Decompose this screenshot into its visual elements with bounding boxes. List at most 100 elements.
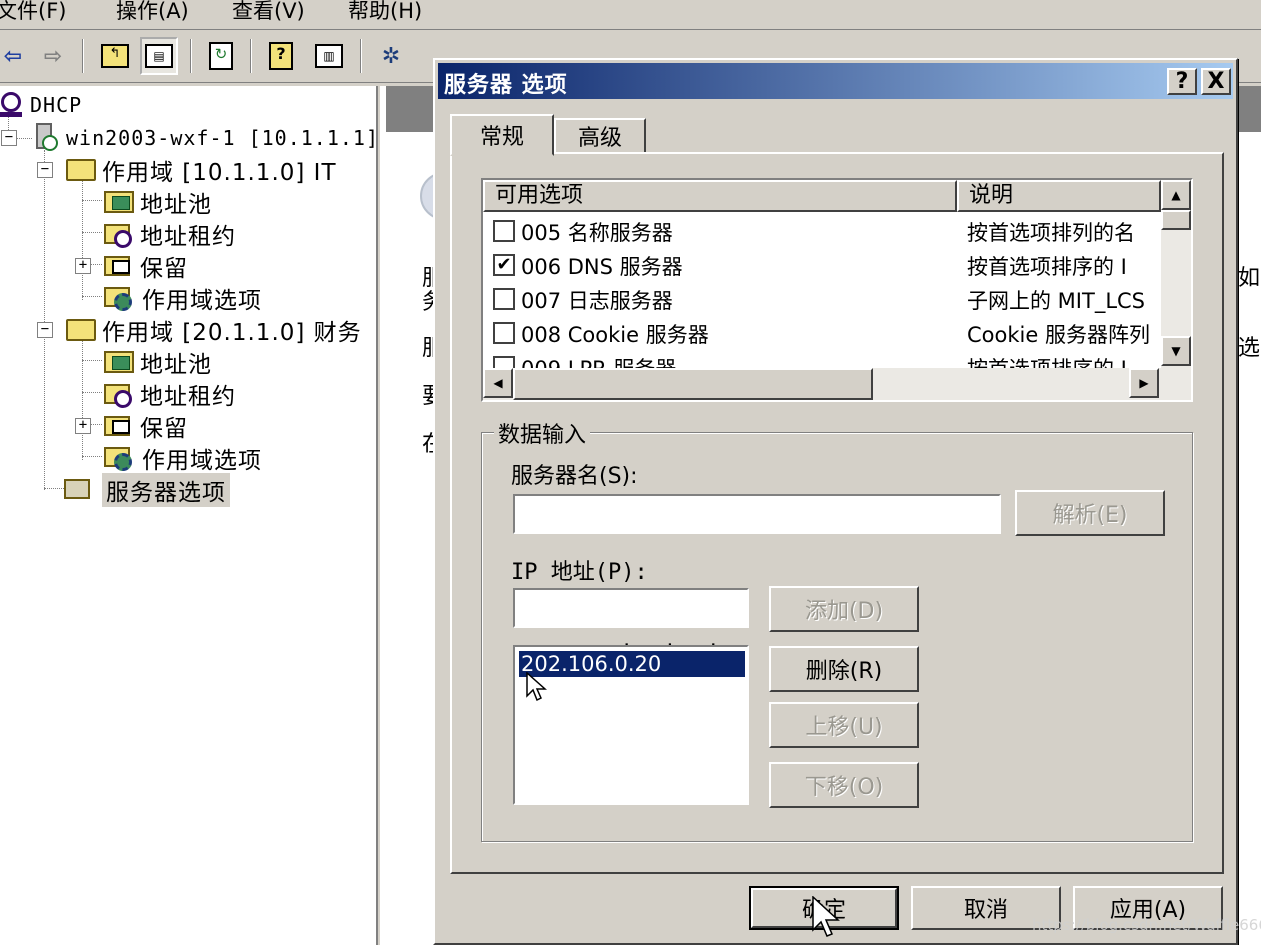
expand-icon[interactable]: + (75, 258, 91, 274)
add-button[interactable]: 添加(D) (769, 586, 919, 632)
tree-line (82, 340, 83, 460)
ip-address-list[interactable]: 202.106.0.20 (513, 645, 749, 805)
horizontal-scrollbar[interactable]: ◀ ▶ (483, 368, 1191, 400)
column-header-description[interactable]: 说明 (957, 180, 1161, 212)
server-name-input[interactable] (513, 494, 1001, 534)
back-icon[interactable]: ⇦ (0, 37, 32, 75)
scroll-up-icon[interactable]: ▲ (1161, 180, 1191, 210)
option-checkbox[interactable] (493, 288, 515, 310)
option-description: 按首选项排序的 L (967, 353, 1157, 368)
tree-root-dhcp[interactable]: DHCP (0, 90, 82, 120)
option-row[interactable]: 005 名称服务器 按首选项排列的名 (483, 214, 1163, 248)
address-pool-icon (104, 351, 134, 373)
menu-view[interactable]: 查看(V) (232, 0, 305, 22)
column-label: 说明 (969, 183, 1014, 208)
dialog-title: 服务器 选项 (444, 73, 568, 98)
mouse-cursor-icon (526, 672, 547, 702)
toolbar-separator (250, 39, 252, 73)
option-checkbox[interactable] (493, 356, 515, 368)
tree-line (82, 232, 102, 233)
tab-advanced[interactable]: 高级 (554, 118, 646, 152)
options-gear-icon (104, 285, 136, 311)
collapse-icon[interactable]: − (37, 322, 53, 338)
tree-line (44, 488, 64, 489)
tree-item-address-leases[interactable]: 地址租约 (104, 219, 236, 250)
scroll-down-icon[interactable]: ▼ (1161, 336, 1191, 366)
tree-item-address-pool[interactable]: 地址池 (104, 187, 212, 218)
refresh-icon[interactable]: ↻ (202, 37, 240, 75)
forward-icon[interactable]: ⇨ (34, 37, 72, 75)
option-checkbox[interactable] (493, 322, 515, 344)
action-pane-icon[interactable]: ▥ (310, 37, 348, 75)
tree-item-scope-finance[interactable]: 作用域 [20.1.1.0] 财务 (66, 315, 362, 346)
reservation-icon (104, 254, 134, 278)
tree-label: 作用域选项 (142, 448, 262, 474)
address-pool-icon (104, 191, 134, 213)
up-folder-icon[interactable]: ↰ (96, 37, 134, 75)
console-tree: DHCP − win2003-wxf-1 [10.1.1.1] − 作用域 [1… (0, 86, 378, 945)
option-row[interactable]: 007 日志服务器 子网上的 MIT_LCS (483, 282, 1163, 316)
help-button[interactable]: ? (1167, 68, 1197, 95)
options-icon[interactable]: ✲ (372, 37, 410, 75)
option-checkbox[interactable]: ✔ (493, 254, 515, 276)
tree-item-address-leases[interactable]: 地址租约 (104, 379, 236, 410)
available-options-list[interactable]: 可用选项 说明 005 名称服务器 按首选项排列的名 ✔ 006 DNS 服务器… (481, 178, 1193, 402)
tree-label: 地址租约 (140, 384, 236, 410)
scroll-thumb[interactable] (1161, 210, 1191, 230)
reservation-icon (104, 414, 134, 438)
show-hide-tree-icon[interactable]: ▤ (140, 37, 178, 75)
tree-item-scope-it[interactable]: 作用域 [10.1.1.0] IT (66, 155, 337, 186)
menu-file[interactable]: 文件(F) (0, 0, 66, 22)
tree-item-reservations[interactable]: 保留 (104, 251, 188, 282)
button-label: 删除(R) (805, 659, 883, 684)
details-text: 如 (1238, 266, 1261, 291)
lease-clock-icon (104, 222, 134, 248)
option-name: 006 DNS 服务器 (521, 255, 683, 279)
ip-address-label: IP 地址(P): (511, 560, 648, 585)
move-down-button[interactable]: 下移(O) (769, 762, 919, 808)
tab-label: 高级 (577, 126, 622, 151)
tab-general[interactable]: 常规 (450, 114, 554, 156)
remove-button[interactable]: 删除(R) (769, 646, 919, 692)
tree-line (90, 264, 102, 265)
help-icon[interactable]: ? (262, 37, 300, 75)
tree-item-server-options[interactable]: 服务器选项 (64, 473, 230, 507)
tree-item-reservations[interactable]: 保留 (104, 411, 188, 442)
tree-line (82, 296, 102, 297)
tree-label: 服务器选项 (102, 473, 230, 507)
tree-label: 保留 (140, 256, 188, 282)
ip-address-input[interactable]: . . . (513, 588, 749, 651)
option-row[interactable]: 008 Cookie 服务器 Cookie 服务器阵列 (483, 316, 1163, 350)
resolve-button[interactable]: 解析(E) (1015, 490, 1165, 536)
menu-action[interactable]: 操作(A) (116, 0, 189, 22)
button-label: 上移(U) (805, 715, 883, 740)
column-header-available-options[interactable]: 可用选项 (483, 180, 957, 212)
option-row[interactable]: ✔ 006 DNS 服务器 按首选项排序的 I (483, 248, 1163, 282)
menu-help[interactable]: 帮助(H) (348, 0, 422, 22)
dialog-titlebar[interactable]: 服务器 选项 ? X (438, 63, 1233, 99)
tree-item-address-pool[interactable]: 地址池 (104, 347, 212, 378)
close-button[interactable]: X (1201, 68, 1231, 95)
tree-label: win2003-wxf-1 [10.1.1.1] (66, 126, 379, 150)
tree-line (82, 456, 102, 457)
ip-list-item[interactable]: 202.106.0.20 (519, 651, 745, 677)
option-row[interactable]: 009 LPR 服务器 按首选项排序的 L (483, 350, 1163, 368)
tree-label: 保留 (140, 416, 188, 442)
tree-item-scope-options[interactable]: 作用域选项 (104, 283, 262, 314)
tree-item-server[interactable]: win2003-wxf-1 [10.1.1.1] (34, 123, 379, 153)
collapse-icon[interactable]: − (37, 162, 53, 178)
lease-clock-icon (104, 382, 134, 408)
server-icon (34, 123, 60, 153)
details-text: 选 (1238, 336, 1261, 361)
scroll-thumb[interactable] (513, 368, 873, 400)
move-up-button[interactable]: 上移(U) (769, 702, 919, 748)
collapse-icon[interactable]: − (1, 130, 17, 146)
tree-label: 地址租约 (140, 224, 236, 250)
tree-item-scope-options[interactable]: 作用域选项 (104, 443, 262, 474)
option-checkbox[interactable] (493, 220, 515, 242)
scroll-left-icon[interactable]: ◀ (483, 368, 513, 398)
expand-icon[interactable]: + (75, 418, 91, 434)
tab-label: 常规 (479, 125, 524, 150)
scroll-right-icon[interactable]: ▶ (1129, 368, 1159, 398)
vertical-scrollbar[interactable]: ▲ ▼ (1161, 180, 1191, 368)
